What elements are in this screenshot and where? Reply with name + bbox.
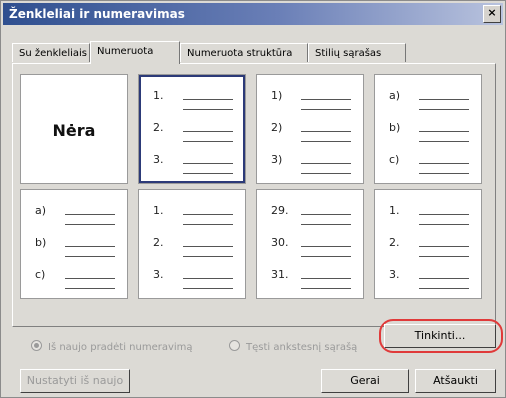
text-line bbox=[183, 214, 233, 215]
numbering-style-cell[interactable]: 1) 2) 3) bbox=[256, 74, 364, 184]
list-marker: b) bbox=[35, 236, 47, 249]
list-marker: 3) bbox=[271, 153, 283, 166]
text-line bbox=[301, 214, 351, 215]
customize-button[interactable]: Tinkinti... bbox=[384, 324, 496, 348]
text-line bbox=[419, 224, 469, 225]
numbering-style-cell[interactable]: 29. 30. 31. bbox=[256, 189, 364, 299]
bullets-numbering-dialog: Ženkleliai ir numeravimas × Su ženklelia… bbox=[0, 0, 506, 398]
text-line bbox=[419, 288, 469, 289]
text-line bbox=[183, 141, 233, 142]
cancel-button[interactable]: Atšaukti bbox=[415, 369, 496, 393]
text-line bbox=[301, 131, 351, 132]
numbering-style-cell[interactable]: 1. 2. 3. bbox=[374, 189, 482, 299]
text-line bbox=[419, 141, 469, 142]
restart-label: Iš naujo pradėti numeravimą bbox=[48, 342, 193, 353]
text-line bbox=[301, 224, 351, 225]
tab-numbered[interactable]: Numeruota bbox=[90, 41, 180, 64]
text-line bbox=[301, 278, 351, 279]
list-marker: 1) bbox=[271, 89, 283, 102]
text-line bbox=[65, 214, 115, 215]
text-line bbox=[301, 141, 351, 142]
list-marker: 2. bbox=[389, 236, 400, 249]
text-line bbox=[183, 278, 233, 279]
text-line bbox=[65, 246, 115, 247]
title-bar: Ženkleliai ir numeravimas × bbox=[3, 3, 503, 25]
text-line bbox=[301, 109, 351, 110]
list-marker: 3. bbox=[153, 153, 164, 166]
text-line bbox=[419, 214, 469, 215]
list-marker: 31. bbox=[271, 268, 289, 281]
list-marker: a) bbox=[389, 89, 401, 102]
none-label: Nėra bbox=[52, 121, 96, 140]
list-marker: 3. bbox=[153, 268, 164, 281]
text-line bbox=[301, 173, 351, 174]
text-line bbox=[419, 173, 469, 174]
numbering-style-cell[interactable]: a) b) c) bbox=[374, 74, 482, 184]
text-line bbox=[301, 246, 351, 247]
text-line bbox=[183, 173, 233, 174]
list-marker: c) bbox=[389, 153, 400, 166]
restart-numbering-option[interactable]: Iš naujo pradėti numeravimą bbox=[31, 340, 193, 353]
text-line bbox=[65, 288, 115, 289]
text-line bbox=[419, 246, 469, 247]
list-marker: 30. bbox=[271, 236, 289, 249]
text-line bbox=[183, 246, 233, 247]
tab-bullets[interactable]: Su ženkleliais bbox=[12, 43, 90, 62]
list-marker: 1. bbox=[153, 204, 164, 217]
restart-radio[interactable] bbox=[31, 340, 42, 351]
ok-button[interactable]: Gerai bbox=[321, 369, 409, 393]
continue-list-option[interactable]: Tęsti ankstesnį sąrašą bbox=[229, 340, 357, 353]
list-marker: c) bbox=[35, 268, 46, 281]
numbering-style-cell[interactable]: a) b) c) bbox=[20, 189, 128, 299]
text-line bbox=[301, 256, 351, 257]
list-marker: 3. bbox=[389, 268, 400, 281]
text-line bbox=[183, 131, 233, 132]
list-marker: 1. bbox=[389, 204, 400, 217]
list-marker: 2. bbox=[153, 121, 164, 134]
tab-list-styles[interactable]: Stilių sąrašas bbox=[308, 43, 406, 62]
list-marker: a) bbox=[35, 204, 47, 217]
continue-radio[interactable] bbox=[229, 340, 240, 351]
text-line bbox=[301, 163, 351, 164]
tab-outline-numbered[interactable]: Numeruota struktūra bbox=[180, 43, 308, 62]
text-line bbox=[301, 288, 351, 289]
close-button[interactable]: × bbox=[483, 5, 501, 23]
text-line bbox=[183, 224, 233, 225]
numbering-style-cell[interactable]: 1. 2. 3. bbox=[138, 74, 246, 184]
text-line bbox=[419, 131, 469, 132]
numbering-style-cell[interactable]: Nėra bbox=[20, 74, 128, 184]
text-line bbox=[301, 99, 351, 100]
text-line bbox=[419, 256, 469, 257]
continue-label: Tęsti ankstesnį sąrašą bbox=[246, 342, 358, 353]
text-line bbox=[419, 99, 469, 100]
text-line bbox=[183, 163, 233, 164]
text-line bbox=[183, 288, 233, 289]
text-line bbox=[183, 99, 233, 100]
text-line bbox=[419, 163, 469, 164]
text-line bbox=[65, 224, 115, 225]
dialog-title: Ženkleliai ir numeravimas bbox=[9, 7, 185, 21]
list-marker: 29. bbox=[271, 204, 289, 217]
list-marker: 1. bbox=[153, 89, 164, 102]
list-marker: 2) bbox=[271, 121, 283, 134]
text-line bbox=[419, 109, 469, 110]
list-marker: b) bbox=[389, 121, 401, 134]
text-line bbox=[183, 256, 233, 257]
text-line bbox=[65, 256, 115, 257]
text-line bbox=[419, 278, 469, 279]
text-line bbox=[183, 109, 233, 110]
numbering-style-cell[interactable]: 1. 2. 3. bbox=[138, 189, 246, 299]
reset-button[interactable]: Nustatyti iš naujo bbox=[20, 369, 130, 393]
text-line bbox=[65, 278, 115, 279]
list-marker: 2. bbox=[153, 236, 164, 249]
